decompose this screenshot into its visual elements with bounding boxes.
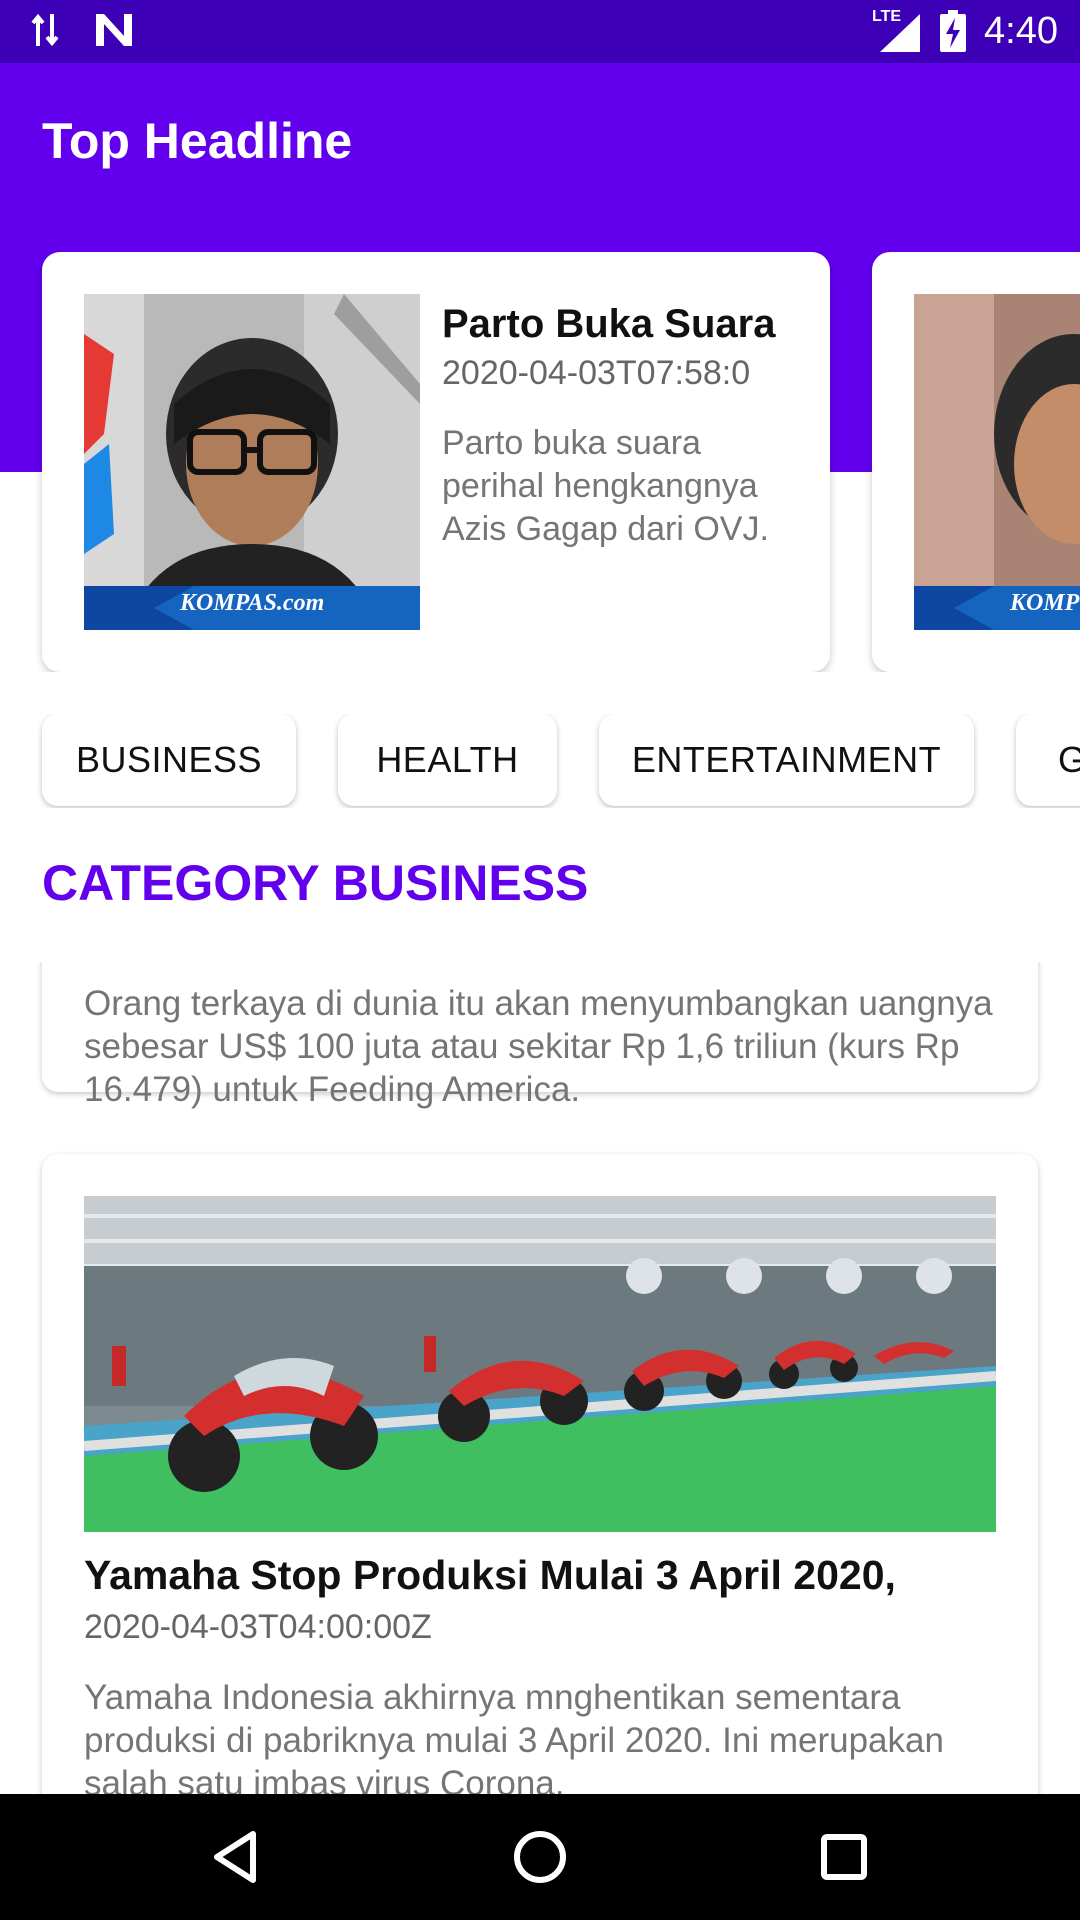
status-bar: LTE 4:40 [0,0,1080,63]
notification-n-icon [96,14,132,46]
headline-date: 2020-04-03T07:58:0 [442,354,751,392]
news-title: Yamaha Stop Produksi Mulai 3 April 2020, [84,1552,896,1598]
news-description: Yamaha Indonesia akhirnya mnghentikan se… [84,1678,944,1794]
news-date: 2020-04-03T04:00:00Z [84,1608,432,1646]
chip-entertainment[interactable]: ENTERTAINMENT [599,714,974,806]
news-list[interactable]: Orang terkaya di dunia itu akan menyumba… [0,962,1080,1794]
home-icon[interactable] [507,1824,573,1890]
headline-description: Parto buka suara perihal hengkangnya Azi… [442,424,769,548]
headline-title: Parto Buka Suara [442,302,776,346]
navigation-bar [0,1794,1080,1920]
back-icon[interactable] [203,1824,269,1890]
section-title: CATEGORY BUSINESS [42,855,589,911]
headline-image: KOMPAS.com [84,294,420,630]
category-chips[interactable]: BUSINESS HEALTH ENTERTAINMENT G [0,714,1080,808]
image-watermark-label: KOMP [1010,590,1080,616]
image-watermark-label: KOMPAS.com [180,590,325,616]
news-card[interactable]: Yamaha Stop Produksi Mulai 3 April 2020,… [42,1154,1038,1794]
battery-charging-icon [940,10,967,52]
status-time: 4:40 [984,9,1058,52]
headline-card[interactable]: KOMP [872,252,1080,672]
news-description: Orang terkaya di dunia itu akan menyumba… [84,984,993,1109]
chip-partial[interactable]: G [1016,714,1080,806]
app-title: Top Headline [42,113,353,169]
headline-card[interactable]: KOMPAS.com Parto Buka Suara 2020-04-03T0… [42,252,830,672]
headline-carousel[interactable]: KOMPAS.com Parto Buka Suara 2020-04-03T0… [0,252,1080,672]
data-transfer-icon [31,13,59,47]
lte-signal-icon: LTE [872,8,922,54]
status-left-icons [30,12,134,48]
headline-image: KOMP [914,294,1080,630]
recents-icon[interactable] [811,1824,877,1890]
chip-health[interactable]: HEALTH [338,714,557,806]
chip-business[interactable]: BUSINESS [42,714,296,806]
news-card[interactable]: Orang terkaya di dunia itu akan menyumba… [42,962,1038,1109]
news-image [84,1196,996,1532]
status-right-icons: LTE 4:40 [872,8,1058,54]
